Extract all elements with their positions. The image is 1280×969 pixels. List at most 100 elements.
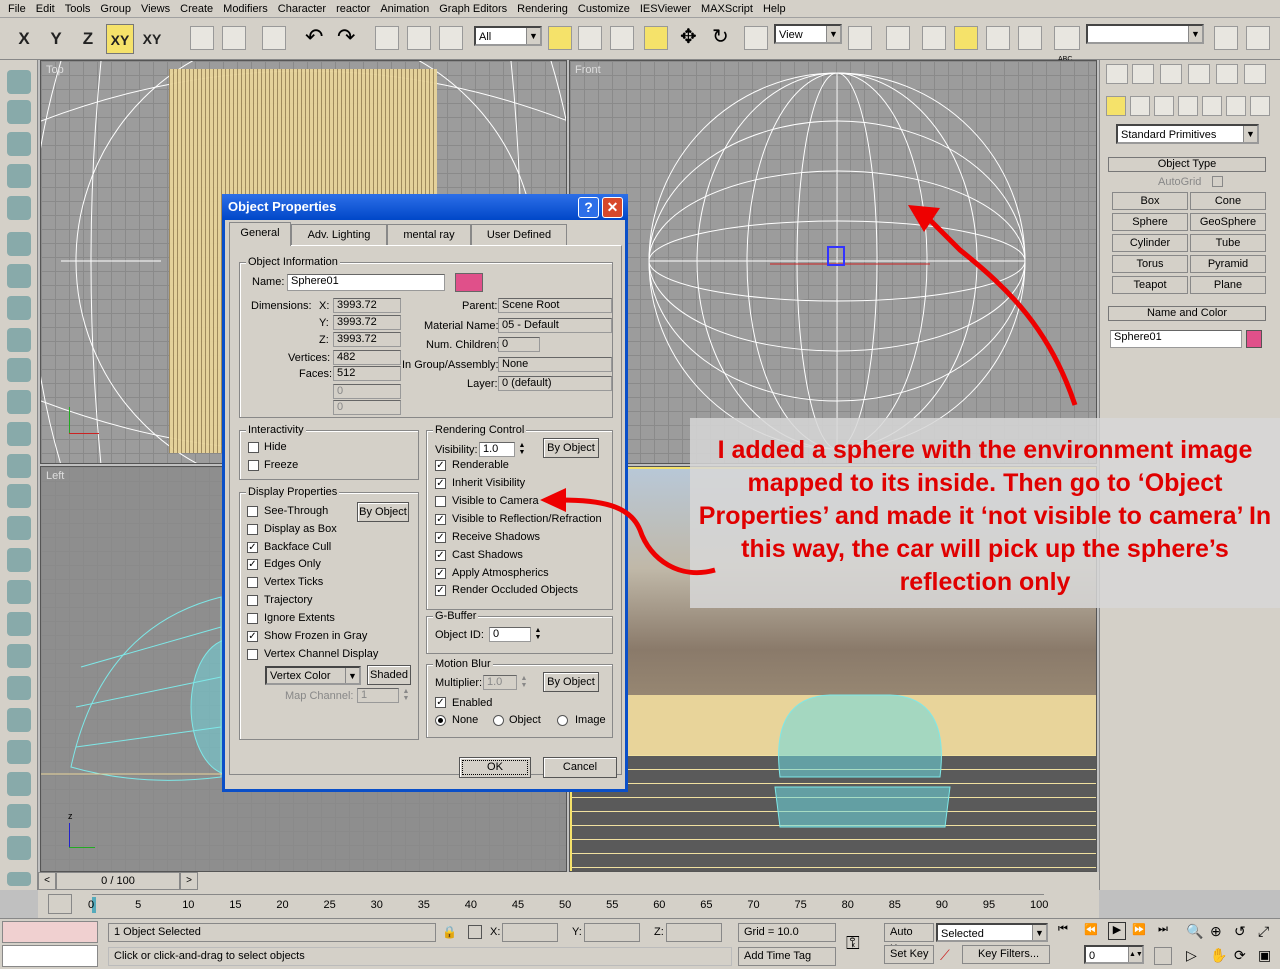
- menu-tools[interactable]: Tools: [60, 3, 96, 15]
- teapot-button[interactable]: Teapot: [1112, 276, 1188, 294]
- modify-tab-icon[interactable]: [1132, 64, 1154, 84]
- geometry-icon[interactable]: [1106, 96, 1126, 116]
- close-button[interactable]: ✕: [602, 197, 623, 218]
- shaded-button[interactable]: Shaded: [367, 665, 411, 685]
- display-option-checkbox[interactable]: [247, 595, 258, 606]
- maximize-viewport-icon[interactable]: ▣: [1258, 947, 1276, 965]
- bind-space-warp-icon[interactable]: [262, 26, 286, 50]
- select-by-name-icon[interactable]: [578, 26, 602, 50]
- menu-create[interactable]: Create: [175, 3, 218, 15]
- menu-modifiers[interactable]: Modifiers: [218, 3, 273, 15]
- rectangular-selection-icon[interactable]: [610, 26, 634, 50]
- shirt-icon[interactable]: [7, 100, 31, 124]
- menu-character[interactable]: Character: [273, 3, 331, 15]
- compass-icon[interactable]: [7, 580, 31, 604]
- hide-checkbox[interactable]: [248, 442, 259, 453]
- undo-icon[interactable]: ↶: [305, 26, 329, 50]
- blur-image-radio[interactable]: [557, 715, 568, 726]
- angle-snap-icon[interactable]: [954, 26, 978, 50]
- scale-icon[interactable]: [744, 26, 768, 50]
- maxscript-listener-white[interactable]: [2, 945, 98, 967]
- axis-xy-button[interactable]: XY: [106, 24, 134, 54]
- utilities-tab-icon[interactable]: [1244, 64, 1266, 84]
- spiral-icon[interactable]: [7, 836, 31, 860]
- rope-icon[interactable]: [7, 740, 31, 764]
- tab-general[interactable]: General: [229, 222, 291, 246]
- viewport-label[interactable]: Front: [575, 64, 601, 76]
- box-button[interactable]: Box: [1112, 192, 1188, 210]
- unlink-selection-icon[interactable]: [407, 26, 431, 50]
- menu-iesviewer[interactable]: IESViewer: [635, 3, 696, 15]
- cancel-button[interactable]: Cancel: [543, 757, 617, 778]
- edit-named-selection-icon[interactable]: [1054, 26, 1080, 50]
- window-crossing-icon[interactable]: [644, 26, 668, 50]
- object-name-field[interactable]: Sphere01: [1110, 330, 1242, 348]
- snap-toggle-icon[interactable]: [922, 26, 946, 50]
- menu-file[interactable]: File: [3, 3, 31, 15]
- sphere-icon[interactable]: [7, 132, 31, 156]
- key-filters-button[interactable]: Key Filters...: [962, 945, 1050, 964]
- reference-coordinate-select[interactable]: View ▼: [774, 24, 842, 44]
- geosphere-button[interactable]: GeoSphere: [1190, 213, 1266, 231]
- name-field[interactable]: Sphere01: [287, 274, 445, 291]
- align-icon[interactable]: [1246, 26, 1270, 50]
- object-id-field[interactable]: 0: [489, 627, 531, 642]
- display-option-checkbox[interactable]: [247, 649, 258, 660]
- display-by-object-button[interactable]: By Object: [357, 502, 409, 522]
- object-color-swatch[interactable]: [455, 273, 483, 292]
- helpers-icon[interactable]: [1202, 96, 1222, 116]
- time-slider[interactable]: 0 / 100: [56, 872, 180, 890]
- track-bar[interactable]: 0 5 10 15 20 25 30 35 40 45 50 55 60 65 70 75 80 85 90 95 10…: [88, 894, 1048, 916]
- next-frame-icon[interactable]: ⏩: [1132, 923, 1152, 941]
- systems-icon[interactable]: [1250, 96, 1270, 116]
- display-option-checkbox[interactable]: [247, 577, 258, 588]
- wrench-icon[interactable]: [7, 296, 31, 320]
- paint-icon[interactable]: [7, 328, 31, 352]
- torus-button[interactable]: Torus: [1112, 255, 1188, 273]
- axis-x-button[interactable]: X: [10, 24, 38, 54]
- autogrid-checkbox[interactable]: [1212, 176, 1223, 187]
- rotate-icon[interactable]: ↻: [712, 26, 736, 50]
- lock-icon[interactable]: 🔒: [442, 925, 457, 941]
- bind-icon[interactable]: [439, 26, 463, 50]
- enabled-checkbox[interactable]: ✓: [435, 697, 446, 708]
- rendering-option-checkbox[interactable]: ✓: [435, 532, 446, 543]
- absolute-mode-icon[interactable]: [468, 925, 482, 939]
- select-object-icon[interactable]: [548, 26, 572, 50]
- x-coord-field[interactable]: [502, 923, 558, 942]
- motor-icon[interactable]: [7, 772, 31, 796]
- auto-key-button[interactable]: Auto Key: [884, 923, 934, 955]
- zoom-extents-icon[interactable]: ⤢: [1258, 923, 1276, 941]
- tab-mental-ray[interactable]: mental ray: [387, 224, 471, 246]
- figure-icon[interactable]: [7, 548, 31, 572]
- select-and-link-icon[interactable]: [375, 26, 399, 50]
- menu-group[interactable]: Group: [95, 3, 136, 15]
- vertex-color-select[interactable]: Vertex Color ▼: [265, 666, 361, 685]
- key-mode-toggle-icon[interactable]: [1154, 947, 1172, 965]
- hinge-icon[interactable]: [7, 644, 31, 668]
- name-and-color-rollout[interactable]: Name and Color: [1108, 306, 1266, 321]
- cameras-icon[interactable]: [1178, 96, 1198, 116]
- play-icon[interactable]: ▶: [1108, 922, 1126, 940]
- cone-button[interactable]: Cone: [1190, 192, 1266, 210]
- category-select[interactable]: Standard Primitives ▼: [1116, 124, 1259, 144]
- motion-blur-by-object-button[interactable]: By Object: [543, 672, 599, 692]
- ball-icon[interactable]: [7, 804, 31, 828]
- wave-icon[interactable]: [7, 484, 31, 508]
- add-time-tag-button[interactable]: Add Time Tag: [738, 947, 836, 966]
- spacewarps-icon[interactable]: [1226, 96, 1246, 116]
- axis-z-button[interactable]: Z: [74, 24, 102, 54]
- display-option-checkbox[interactable]: ✓: [247, 631, 258, 642]
- viewport-label[interactable]: Top: [46, 64, 64, 76]
- cloth-icon[interactable]: [7, 422, 31, 446]
- viewport-label[interactable]: Left: [46, 470, 64, 482]
- table-icon[interactable]: [7, 232, 31, 256]
- pivot-center-icon[interactable]: [848, 26, 872, 50]
- set-key-button[interactable]: Set Key: [884, 945, 934, 964]
- set-key-filter-icon[interactable]: ⟋: [940, 947, 956, 965]
- named-selection-select[interactable]: ▼: [1086, 24, 1204, 44]
- rendering-option-checkbox[interactable]: ✓: [435, 568, 446, 579]
- rendering-option-checkbox[interactable]: ✓: [435, 550, 446, 561]
- object-color-swatch[interactable]: [1246, 330, 1262, 348]
- wheel-icon[interactable]: [7, 708, 31, 732]
